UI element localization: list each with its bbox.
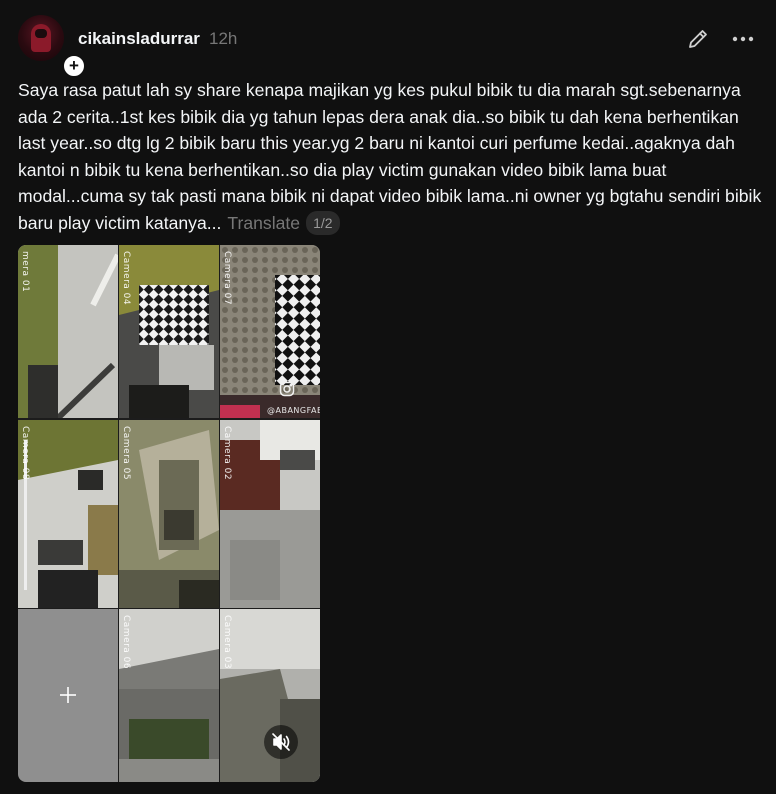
camera-label: Camera 04: [121, 251, 131, 306]
username[interactable]: cikainsladurrar: [78, 29, 200, 49]
camera-tile: Camera 02: [220, 420, 320, 608]
post-timestamp: 12h: [209, 29, 238, 48]
pencil-icon[interactable]: [686, 27, 710, 51]
watermark: @ABANGFAB: [267, 406, 320, 415]
avatar-face: [35, 29, 47, 38]
plus-icon[interactable]: [58, 685, 78, 705]
add-camera-tile[interactable]: [18, 609, 118, 782]
camera-tile: Camera 06: [119, 609, 219, 782]
camera-scene: [119, 245, 219, 418]
camera-tile: mera 01: [18, 245, 118, 418]
post-body: Saya rasa patut lah sy share kenapa maji…: [18, 77, 766, 236]
translate-link[interactable]: Translate: [227, 213, 300, 233]
camera-scene: [18, 420, 118, 608]
camera-label: Camera 07: [222, 251, 232, 306]
camera-label: Camera 03: [222, 615, 232, 670]
camera-scene: [220, 245, 320, 418]
instagram-icon: [279, 381, 295, 397]
camera-tile: Camera 08: [18, 420, 118, 608]
camera-label: Camera 02: [222, 426, 232, 481]
media-image[interactable]: mera 01 Camera 04 Camera 07 @ABANGFAB Ca…: [18, 245, 320, 782]
avatar[interactable]: +: [18, 15, 86, 78]
camera-label: mera 01: [20, 251, 30, 293]
camera-tile: Camera 04: [119, 245, 219, 418]
camera-scene: [119, 609, 219, 782]
camera-scene: [119, 420, 219, 608]
speaker-muted-icon: [272, 733, 290, 751]
camera-scene: [18, 245, 118, 418]
camera-tile: Camera 05: [119, 420, 219, 608]
camera-label: Camera 08: [20, 426, 30, 481]
follow-badge[interactable]: +: [62, 54, 86, 78]
camera-label: Camera 06: [121, 615, 131, 670]
page-indicator: 1/2: [306, 210, 340, 235]
camera-tile: Camera 07 @ABANGFAB: [220, 245, 320, 418]
more-horizontal-icon[interactable]: [728, 27, 758, 51]
post-text: Saya rasa patut lah sy share kenapa maji…: [18, 80, 762, 233]
camera-scene: [220, 420, 320, 608]
thread-post: + cikainsladurrar 12h Saya rasa patut la…: [0, 0, 776, 794]
mute-button[interactable]: [264, 725, 298, 759]
camera-label: Camera 05: [121, 426, 131, 481]
